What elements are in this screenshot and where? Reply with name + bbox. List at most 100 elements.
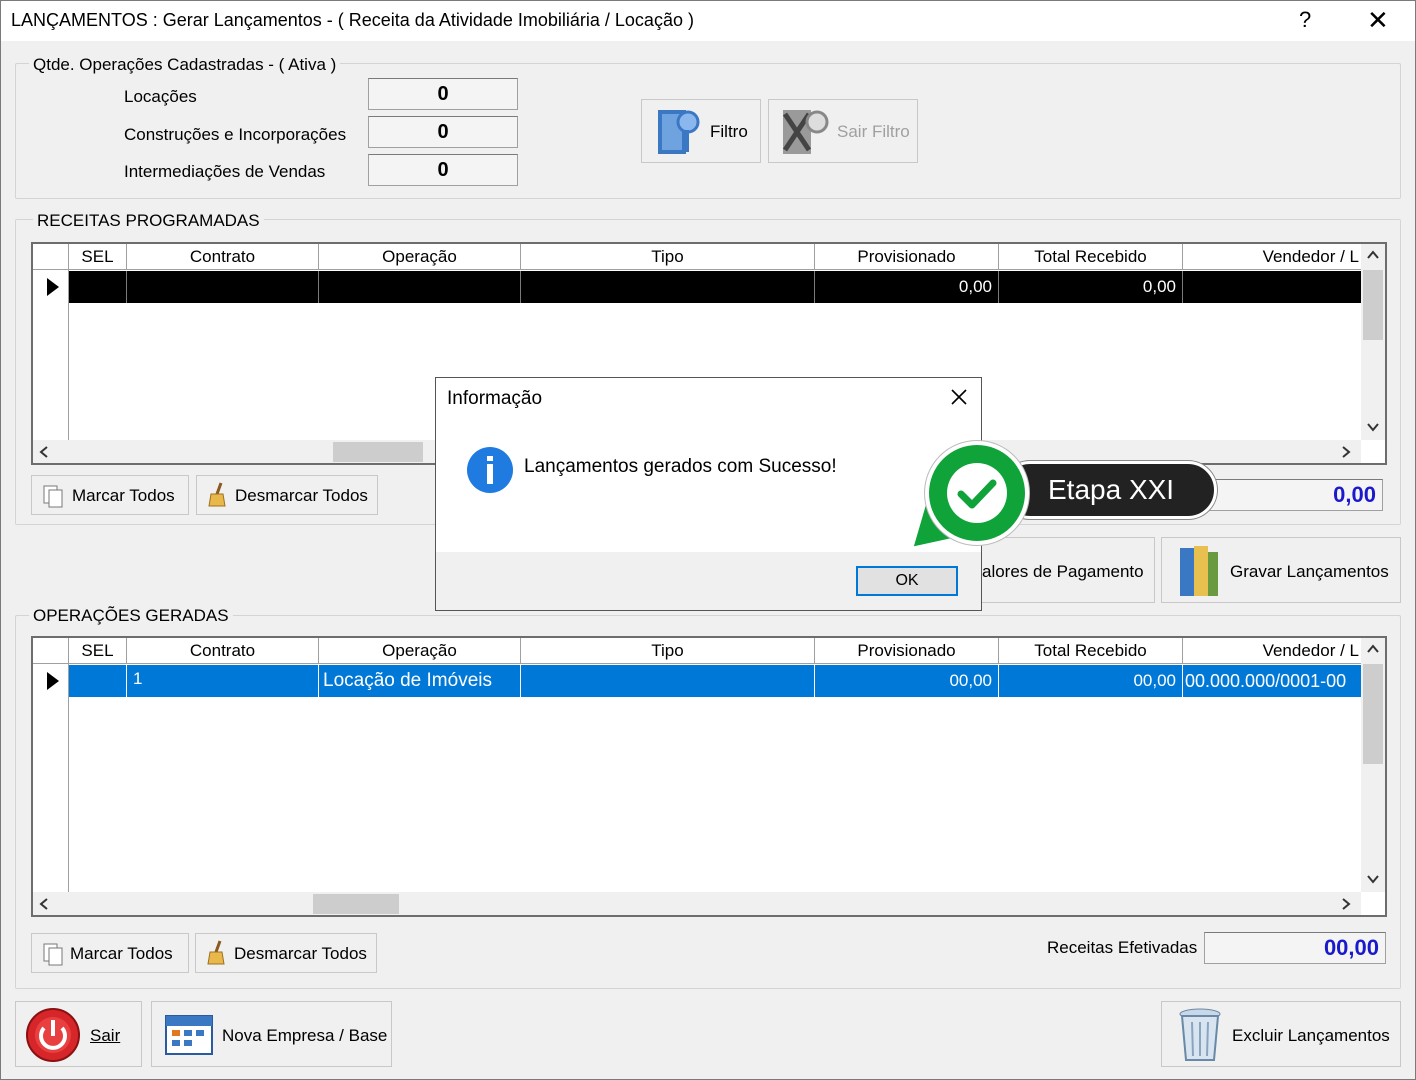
filtro-button[interactable]: Filtro — [641, 99, 761, 163]
receitas-vertical-scrollbar[interactable] — [1361, 244, 1385, 440]
receitas-legend: RECEITAS PROGRAMADAS — [33, 211, 264, 231]
chevron-up-icon[interactable] — [1367, 644, 1379, 654]
desmarcar-todos-label: Desmarcar Todos — [234, 944, 367, 963]
operacoes-legend: OPERAÇÕES GERADAS — [29, 606, 233, 626]
locacoes-count: 0 — [368, 78, 518, 110]
excluir-lancamentos-button[interactable]: Excluir Lançamentos — [1161, 1001, 1401, 1067]
nova-empresa-label: Nova Empresa / Base — [222, 1026, 388, 1045]
clear-filter-icon — [782, 110, 829, 154]
cell-provisionado: 00,00 — [815, 665, 999, 697]
cell-total-recebido: 0,00 — [999, 271, 1183, 303]
valores-pagamento-label: alores de Pagamento — [982, 562, 1144, 581]
dialog-title: Informação — [447, 388, 543, 409]
header-spacer — [33, 638, 69, 664]
col-operacao[interactable]: Operação — [319, 638, 521, 664]
cell-total-recebido: 00,00 — [999, 665, 1183, 697]
counts-legend: Qtde. Operações Cadastradas - ( Ativa ) — [29, 55, 341, 75]
col-sel[interactable]: SEL — [69, 244, 127, 270]
cell-tipo — [521, 271, 815, 303]
locacoes-label: Locações — [124, 87, 197, 106]
operacoes-grid-header: SEL Contrato Operação Tipo Provisionado … — [33, 638, 1385, 664]
dialog-message: Lançamentos gerados com Sucesso! — [524, 456, 837, 477]
operacoes-vertical-scrollbar[interactable] — [1361, 638, 1385, 892]
construcoes-count: 0 — [368, 116, 518, 148]
success-check-badge — [925, 441, 1029, 545]
chevron-down-icon[interactable] — [1367, 874, 1379, 884]
sair-filtro-button[interactable]: Sair Filtro — [768, 99, 918, 163]
receitas-total-field: 0,00 — [1197, 479, 1383, 511]
col-vendedor[interactable]: Vendedor / L — [1183, 638, 1361, 664]
cell-sel[interactable] — [69, 665, 127, 697]
operacoes-grid: SEL Contrato Operação Tipo Provisionado … — [31, 636, 1387, 917]
ok-button[interactable]: OK — [856, 566, 958, 596]
col-sel[interactable]: SEL — [69, 638, 127, 664]
table-row[interactable]: 0,00 0,00 — [69, 271, 1361, 303]
chevron-down-icon[interactable] — [1367, 422, 1379, 432]
cell-operacao: Locação de Imóveis — [319, 665, 521, 697]
marcar-todos-label: Marcar Todos — [72, 486, 175, 505]
trash-icon — [1179, 1008, 1221, 1061]
col-operacao[interactable]: Operação — [319, 244, 521, 270]
sair-label: Sair — [90, 1026, 121, 1045]
col-provisionado[interactable]: Provisionado — [815, 244, 999, 270]
nova-empresa-button[interactable]: Nova Empresa / Base — [151, 1001, 392, 1067]
cell-provisionado: 0,00 — [815, 271, 999, 303]
receitas-marcar-todos-button[interactable]: Marcar Todos — [31, 475, 189, 515]
col-tipo[interactable]: Tipo — [521, 244, 815, 270]
pages-icon — [43, 943, 63, 966]
info-icon — [467, 447, 513, 493]
row-indicator-column — [33, 664, 69, 892]
cell-vendedor: 00.000.000/0001-00 — [1185, 671, 1347, 691]
construcoes-label: Construções e Incorporações — [124, 125, 347, 144]
header-spacer — [33, 244, 69, 270]
valores-pagamento-button[interactable]: alores de Pagamento — [971, 537, 1155, 603]
col-tipo[interactable]: Tipo — [521, 638, 815, 664]
marcar-todos-label: Marcar Todos — [70, 944, 173, 963]
broom-icon — [208, 482, 226, 507]
main-window: LANÇAMENTOS : Gerar Lançamentos - ( Rece… — [0, 0, 1416, 1080]
scroll-thumb[interactable] — [313, 894, 399, 914]
table-row[interactable]: 1 Locação de Imóveis 00,00 00,00 00.000.… — [69, 665, 1361, 697]
step-annotation-text: Etapa XXI — [1048, 474, 1175, 505]
intermediacoes-label: Intermediações de Vendas — [124, 162, 326, 181]
title-bar: LANÇAMENTOS : Gerar Lançamentos - ( Rece… — [1, 1, 1415, 41]
chevron-left-icon[interactable] — [39, 446, 49, 458]
cell-sel[interactable] — [69, 271, 127, 303]
row-indicator-column — [33, 270, 69, 440]
scroll-thumb[interactable] — [333, 442, 423, 462]
close-button[interactable]: ✕ — [1367, 5, 1389, 36]
receitas-efetivadas-field: 00,00 — [1204, 932, 1386, 964]
chevron-up-icon[interactable] — [1367, 250, 1379, 260]
col-vendedor[interactable]: Vendedor / L — [1183, 244, 1361, 270]
scroll-thumb[interactable] — [1363, 270, 1383, 340]
power-icon — [26, 1008, 80, 1062]
excluir-label: Excluir Lançamentos — [1232, 1026, 1390, 1045]
chevron-right-icon[interactable] — [1341, 446, 1351, 458]
operacoes-desmarcar-todos-button[interactable]: Desmarcar Todos — [195, 933, 377, 973]
col-contrato[interactable]: Contrato — [127, 638, 319, 664]
sair-filtro-label: Sair Filtro — [837, 122, 910, 141]
scroll-thumb[interactable] — [1363, 664, 1383, 764]
cell-tipo — [521, 665, 815, 697]
window-title: LANÇAMENTOS : Gerar Lançamentos - ( Rece… — [11, 10, 694, 30]
dialog-close-icon[interactable] — [950, 388, 968, 406]
gravar-lancamentos-button[interactable]: Gravar Lançamentos — [1161, 537, 1401, 603]
chevron-left-icon[interactable] — [39, 898, 49, 910]
save-books-icon — [1180, 546, 1218, 596]
filtro-label: Filtro — [710, 122, 748, 141]
col-total-recebido[interactable]: Total Recebido — [999, 244, 1183, 270]
receitas-desmarcar-todos-button[interactable]: Desmarcar Todos — [196, 475, 378, 515]
checkmark-icon — [947, 463, 1007, 523]
information-dialog: Informação Lançamentos gerados com Suces… — [435, 377, 982, 611]
sair-button[interactable]: Sair — [15, 1001, 142, 1067]
operacoes-horizontal-scrollbar[interactable] — [33, 892, 1361, 915]
col-provisionado[interactable]: Provisionado — [815, 638, 999, 664]
chevron-right-icon[interactable] — [1341, 898, 1351, 910]
step-annotation-label: Etapa XXI — [1001, 461, 1217, 519]
help-button[interactable]: ? — [1299, 7, 1311, 33]
row-pointer-icon — [47, 278, 59, 296]
intermediacoes-count: 0 — [368, 154, 518, 186]
col-contrato[interactable]: Contrato — [127, 244, 319, 270]
operacoes-marcar-todos-button[interactable]: Marcar Todos — [31, 933, 189, 973]
col-total-recebido[interactable]: Total Recebido — [999, 638, 1183, 664]
